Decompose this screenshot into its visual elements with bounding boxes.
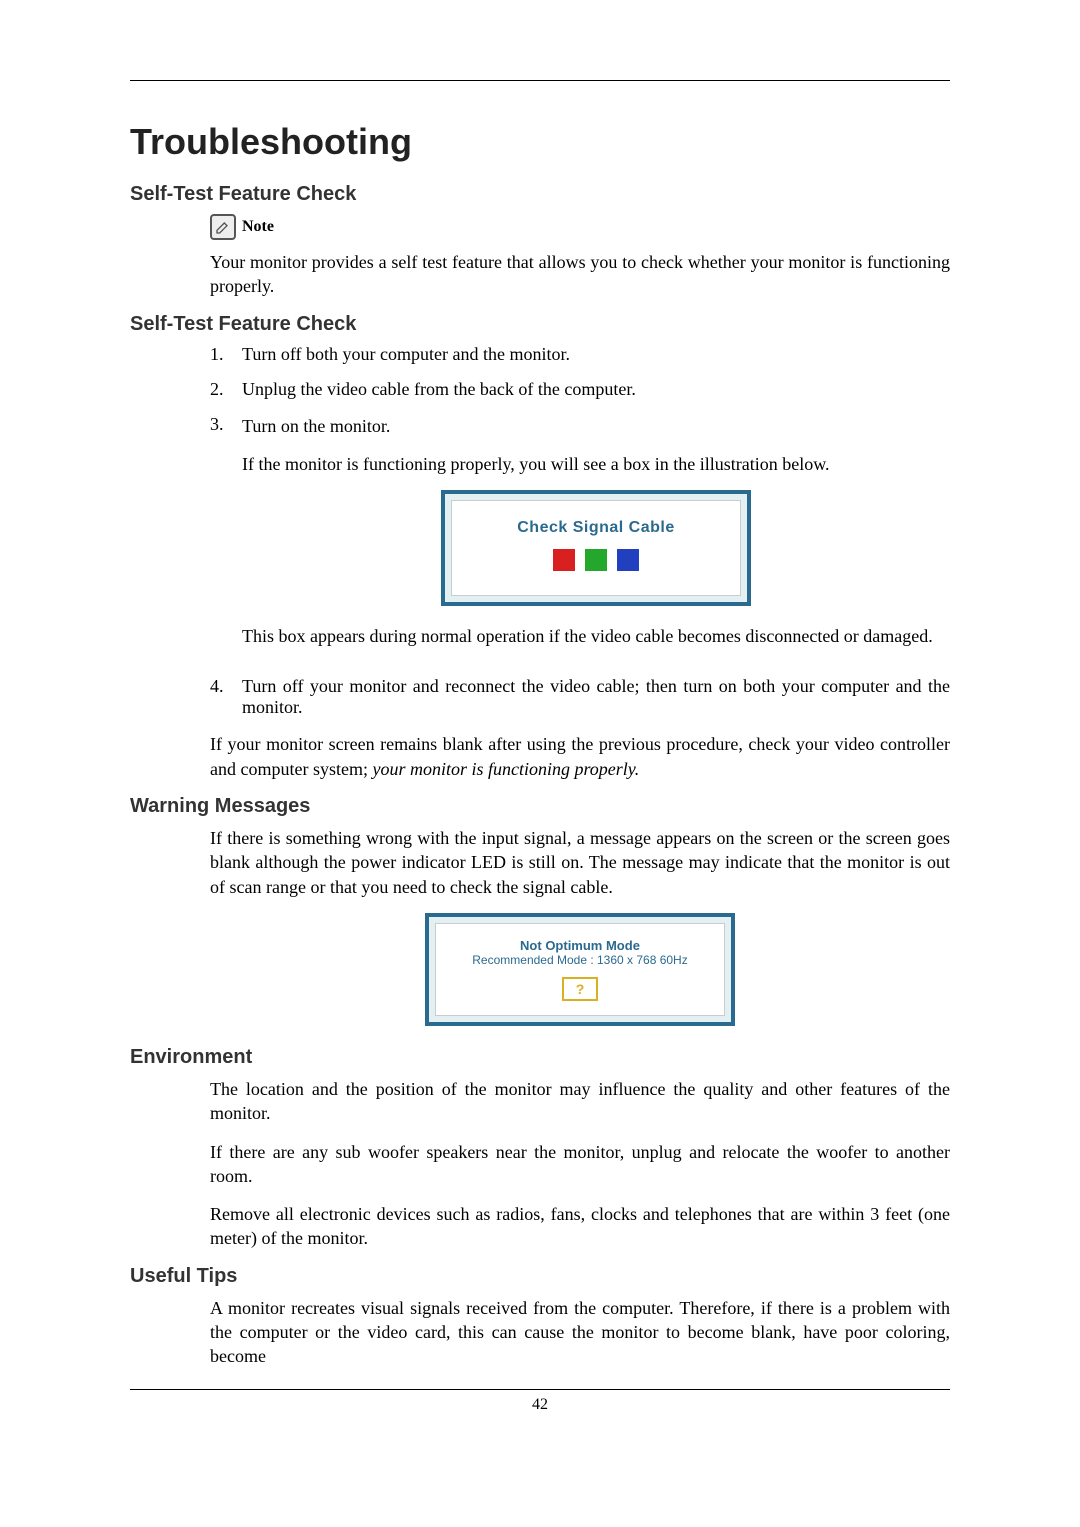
list-text: Turn on the monitor. <box>242 414 950 438</box>
red-square-icon <box>553 549 575 571</box>
list-number: 1. <box>210 344 242 365</box>
page-title: Troubleshooting <box>130 121 950 163</box>
warning-text: If there is something wrong with the inp… <box>210 826 950 899</box>
question-mark-icon: ? <box>562 977 599 1001</box>
list-text: Turn off both your computer and the moni… <box>242 344 950 365</box>
list-item: 1. Turn off both your computer and the m… <box>210 344 950 365</box>
rgb-squares <box>452 549 740 571</box>
figure-text: Check Signal Cable <box>452 519 740 537</box>
figure-text-line2: Recommended Mode : 1360 x 768 60Hz <box>436 953 724 967</box>
page-number: 42 <box>532 1396 548 1413</box>
list-text: If the monitor is functioning properly, … <box>242 452 950 476</box>
environment-p3: Remove all electronic devices such as ra… <box>210 1202 950 1251</box>
list-item: 3. Turn on the monitor. If the monitor i… <box>210 414 950 663</box>
note-icon <box>210 214 236 240</box>
list-text: Turn off your monitor and reconnect the … <box>242 676 950 718</box>
note-label: Note <box>242 218 274 236</box>
heading-self-test-2: Self-Test Feature Check <box>130 313 950 336</box>
heading-self-test-1: Self-Test Feature Check <box>130 183 950 206</box>
note-text: Your monitor provides a self test featur… <box>210 250 950 299</box>
environment-p2: If there are any sub woofer speakers nea… <box>210 1140 950 1189</box>
list-text: Unplug the video cable from the back of … <box>242 379 950 400</box>
heading-warning: Warning Messages <box>130 795 950 818</box>
closing-text-b: your monitor is functioning properly. <box>372 759 639 779</box>
heading-useful-tips: Useful Tips <box>130 1265 950 1288</box>
blue-square-icon <box>617 549 639 571</box>
bottom-rule: 42 <box>130 1389 950 1414</box>
useful-tips-p1: A monitor recreates visual signals recei… <box>210 1296 950 1369</box>
list-item: 4. Turn off your monitor and reconnect t… <box>210 676 950 718</box>
environment-p1: The location and the position of the mon… <box>210 1077 950 1126</box>
figure-text-line1: Not Optimum Mode <box>436 938 724 953</box>
green-square-icon <box>585 549 607 571</box>
list-text: This box appears during normal operation… <box>242 624 950 648</box>
top-rule <box>130 80 950 81</box>
list-number: 4. <box>210 676 242 718</box>
ordered-list: 1. Turn off both your computer and the m… <box>210 344 950 719</box>
figure-check-signal: Check Signal Cable <box>441 490 751 606</box>
figure-not-optimum: Not Optimum Mode Recommended Mode : 1360… <box>425 913 735 1026</box>
heading-environment: Environment <box>130 1046 950 1069</box>
note-row: Note <box>210 214 950 240</box>
list-number: 2. <box>210 379 242 400</box>
list-item: 2. Unplug the video cable from the back … <box>210 379 950 400</box>
list-number: 3. <box>210 414 242 663</box>
closing-paragraph: If your monitor screen remains blank aft… <box>210 732 950 781</box>
